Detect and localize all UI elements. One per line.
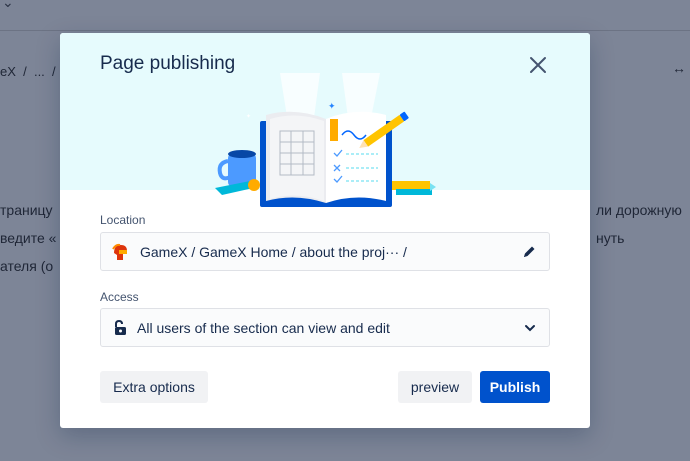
preview-button[interactable]: preview <box>398 371 472 403</box>
unlock-icon <box>115 319 126 335</box>
close-icon <box>530 57 546 73</box>
close-button[interactable] <box>526 53 550 77</box>
access-value: All users of the section can view and ed… <box>137 319 390 336</box>
access-label: Access <box>100 290 139 304</box>
background-text-line: нуть <box>596 230 625 246</box>
svg-text:✦: ✦ <box>246 113 251 120</box>
location-path: GameX / GameX Home / about the proj··· / <box>140 243 407 260</box>
background-header: ⌄ <box>0 0 690 31</box>
background-text-line: траницу <box>0 202 53 218</box>
location-label: Location <box>100 213 146 227</box>
background-text-line: ли дорожную <box>596 202 682 218</box>
publish-dialog: Page publishing ✦ ✦ Location GameX / Gam… <box>60 33 590 428</box>
arrows-icon: ↔ <box>672 60 686 76</box>
access-select[interactable]: All users of the section can view and ed… <box>100 308 550 347</box>
chevron-down-icon: ⌄ <box>2 0 14 10</box>
svg-text:✦: ✦ <box>328 102 336 112</box>
extra-options-button[interactable]: Extra options <box>100 371 208 403</box>
book-illustration: ✦ ✦ <box>215 73 436 207</box>
pencil-edit-icon[interactable] <box>521 244 537 260</box>
space-avatar-icon <box>112 243 127 260</box>
background-text-line: ведите « <box>0 230 57 246</box>
background-text-line: ателя (о <box>0 258 54 274</box>
publish-button[interactable]: Publish <box>480 371 550 403</box>
location-field[interactable]: GameX / GameX Home / about the proj··· / <box>100 232 550 271</box>
background-breadcrumb: eX / ... / <box>0 64 56 79</box>
dialog-title: Page publishing <box>100 53 236 74</box>
chevron-down-icon <box>525 324 535 331</box>
